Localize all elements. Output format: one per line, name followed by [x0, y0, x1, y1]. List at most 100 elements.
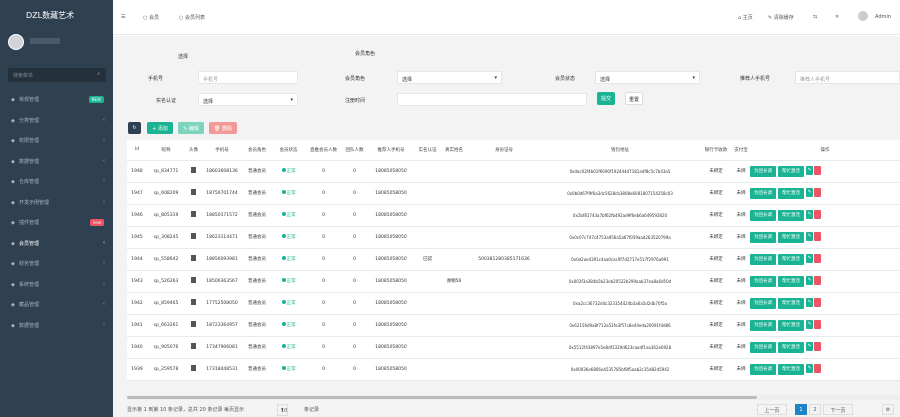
activate-button[interactable]: 帮忙激活	[778, 187, 804, 199]
column-header[interactable]: 昵称	[147, 140, 185, 161]
activate-button[interactable]: 帮忙激活	[778, 209, 804, 221]
avatar-thumbnail[interactable]	[191, 365, 196, 371]
set-leader-button[interactable]: 为团长调	[750, 253, 776, 265]
edit-row-icon[interactable]: ✎	[806, 165, 813, 175]
set-leader-button[interactable]: 为团长调	[750, 297, 776, 309]
delete-row-icon[interactable]	[814, 165, 822, 175]
activate-button[interactable]: 帮忙激活	[778, 363, 804, 375]
column-header[interactable]: 会员状态	[272, 140, 305, 161]
delete-button[interactable]: 🗑 删除	[209, 122, 237, 134]
column-header[interactable]: 身份证号	[468, 140, 540, 161]
delete-row-icon[interactable]	[814, 275, 822, 285]
sidebar-item[interactable]: ◆ 分类管理 ‹	[0, 111, 113, 131]
page-2-button[interactable]: 2	[809, 404, 821, 415]
admin-name[interactable]: Admin	[875, 14, 891, 20]
edit-row-icon[interactable]: ✎	[806, 319, 813, 329]
table-row[interactable]: 1944 sp_558642 18856093981 普通会员 正常 0 0 18085058…	[127, 248, 900, 271]
delete-row-icon[interactable]	[814, 341, 822, 351]
column-header[interactable]: 支付宝	[732, 140, 750, 161]
column-header[interactable]: Id	[127, 140, 147, 161]
set-leader-button[interactable]: 为团长调	[750, 275, 776, 287]
edit-row-icon[interactable]: ✎	[806, 253, 813, 263]
sidebar-item[interactable]: ◆ 插件管理 new	[0, 213, 113, 233]
avatar[interactable]	[8, 34, 24, 50]
edit-row-icon[interactable]: ✎	[806, 341, 813, 351]
avatar-thumbnail[interactable]	[191, 233, 196, 239]
sidebar-item[interactable]: ◆ 藏品管理 ‹	[0, 295, 113, 315]
set-leader-button[interactable]: 为团长调	[750, 363, 776, 375]
column-header[interactable]: 手机号	[202, 140, 242, 161]
sidebar-item[interactable]: ◆ 权限管理 ‹	[0, 131, 113, 151]
table-row[interactable]: 1946 sp_805319 18850171572 普通会员 正常 0 0 18085058…	[127, 204, 900, 227]
horizontal-scrollbar[interactable]	[127, 395, 900, 400]
set-leader-button[interactable]: 为团长调	[750, 231, 776, 243]
clear-cache-button[interactable]: ✎ 清除缓存	[768, 14, 794, 21]
avatar-thumbnail[interactable]	[191, 343, 196, 349]
refresh-button[interactable]: ↻	[128, 122, 141, 134]
page-1-button[interactable]: 1	[795, 404, 807, 415]
avatar-thumbnail[interactable]	[191, 211, 196, 217]
set-leader-button[interactable]: 为团长调	[750, 209, 776, 221]
tab-member[interactable]: ○ 会员	[143, 14, 159, 21]
avatar-thumbnail[interactable]	[191, 277, 196, 283]
submit-button[interactable]: 提交	[597, 92, 615, 105]
sidebar-item[interactable]: ◆ 数据管理 ‹	[0, 152, 113, 172]
activate-button[interactable]: 帮忙激活	[778, 231, 804, 243]
table-row[interactable]: 1939 sp_259578 17318448531 普通会员 正常 0 0 18085058…	[127, 358, 900, 381]
activate-button[interactable]: 帮忙激活	[778, 341, 804, 353]
add-button[interactable]: + 添加	[147, 122, 173, 134]
edit-row-icon[interactable]: ✎	[806, 275, 813, 285]
column-header[interactable]: 银行卡收款	[700, 140, 732, 161]
column-header[interactable]: 实名认证	[415, 140, 440, 161]
activate-button[interactable]: 帮忙激活	[778, 165, 804, 177]
reset-button[interactable]: 重置	[625, 92, 643, 105]
menu-toggle-icon[interactable]: ☰	[121, 14, 125, 20]
sidebar-item[interactable]: ◆ 开发示例管理 ‹	[0, 193, 113, 213]
parent-phone-input[interactable]: 推荐人手机号	[795, 71, 900, 84]
avatar-thumbnail[interactable]	[191, 255, 196, 261]
column-header[interactable]: 会员角色	[242, 140, 272, 161]
avatar-thumbnail[interactable]	[191, 167, 196, 173]
edit-row-icon[interactable]: ✎	[806, 363, 813, 373]
table-row[interactable]: 1947 sp_608209 18756701744 普通会员 正常 0 0 18085058…	[127, 182, 900, 205]
sidebar-item[interactable]: ◆ 系统管理 ‹	[0, 275, 113, 295]
next-page-button[interactable]: 下一页	[823, 404, 853, 415]
time-range-input[interactable]	[397, 93, 587, 106]
set-leader-button[interactable]: 为团长调	[750, 187, 776, 199]
edit-row-icon[interactable]: ✎	[806, 187, 813, 197]
fullscreen-icon[interactable]: ✕	[835, 14, 839, 20]
real-name-select[interactable]: 选择 ▾	[198, 93, 298, 106]
table-row[interactable]: 1945 sp_308245 18623114471 普通会员 正常 0 0 18085058…	[127, 226, 900, 249]
table-row[interactable]: 1942 sp_859465 17752508050 普通会员 正常 0 0 18085058…	[127, 292, 900, 315]
set-leader-button[interactable]: 为团长调	[750, 319, 776, 331]
sidebar-item[interactable]: ◆ 常规管理 NEW	[0, 90, 113, 110]
delete-row-icon[interactable]	[814, 253, 822, 263]
column-header[interactable]: 头像	[185, 140, 202, 161]
table-row[interactable]: 1940 sp_905076 17347906081 普通会员 正常 0 0 18085058…	[127, 336, 900, 359]
sidebar-item[interactable]: ◆ 财务管理 ‹	[0, 254, 113, 274]
table-row[interactable]: 1941 sp_663261 18723364957 普通会员 正常 0 0 18085058…	[127, 314, 900, 337]
set-leader-button[interactable]: 为团长调	[750, 165, 776, 177]
edit-row-icon[interactable]: ✎	[806, 297, 813, 307]
activate-button[interactable]: 帮忙激活	[778, 253, 804, 265]
role-select[interactable]: 选择 ▾	[397, 71, 502, 84]
set-leader-button[interactable]: 为团长调	[750, 341, 776, 353]
sidebar-item[interactable]: ◆ 会员管理 ‹	[0, 234, 113, 254]
edit-row-icon[interactable]: ✎	[806, 231, 813, 241]
goto-page-button[interactable]: ⚙	[882, 404, 894, 415]
per-page-select[interactable]: 10 ▾	[277, 404, 288, 416]
phone-input[interactable]: 手机号	[198, 71, 298, 84]
grid-icon[interactable]: ⇆	[813, 14, 817, 20]
admin-avatar[interactable]	[858, 11, 868, 21]
table-row[interactable]: 1948 sp_834771 18603608136 普通会员 正常 0 0 18085058…	[127, 160, 900, 183]
activate-button[interactable]: 帮忙激活	[778, 275, 804, 287]
delete-row-icon[interactable]	[814, 187, 822, 197]
avatar-thumbnail[interactable]	[191, 321, 196, 327]
prev-page-button[interactable]: 上一页	[757, 404, 787, 415]
column-header[interactable]: 真实姓名	[440, 140, 468, 161]
delete-row-icon[interactable]	[814, 297, 822, 307]
edit-row-icon[interactable]: ✎	[806, 209, 813, 219]
column-header[interactable]: 直推会员人数	[305, 140, 342, 161]
status-select[interactable]: 选择 ▾	[595, 71, 700, 84]
home-link[interactable]: ⌂ 主页	[738, 14, 753, 21]
